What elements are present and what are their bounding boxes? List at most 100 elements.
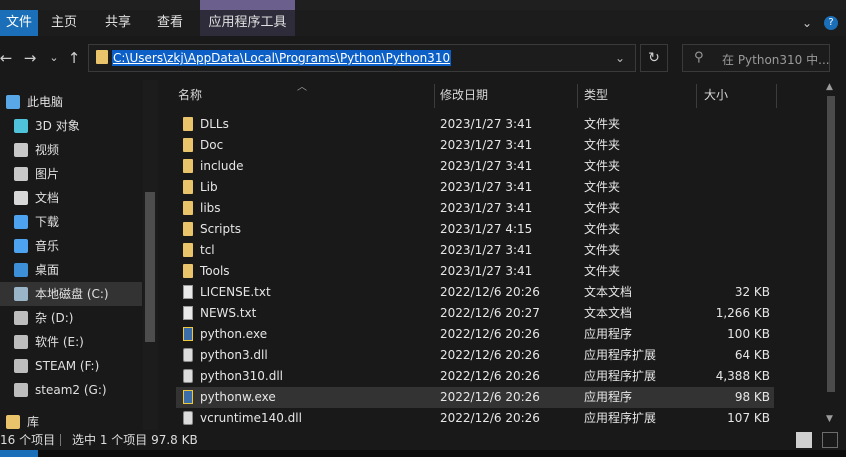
file-row[interactable]: Tools 2023/1/27 3:41 文件夹 — [176, 261, 774, 282]
folder-icon — [183, 264, 193, 278]
file-row[interactable]: vcruntime140.dll 2022/12/6 20:26 应用程序扩展 107… — [176, 408, 774, 429]
file-row[interactable]: LICENSE.txt 2022/12/6 20:26 文本文档 32 KB — [176, 282, 774, 303]
file-name: python.exe — [200, 327, 268, 341]
search-placeholder[interactable]: 在 Python310 中... — [722, 51, 830, 68]
sidebar-item[interactable]: 库 — [0, 410, 142, 430]
tab-application-tools[interactable]: 应用程序工具 — [200, 10, 295, 36]
file-row[interactable]: tcl 2023/1/27 3:41 文件夹 — [176, 240, 774, 261]
file-row[interactable]: Doc 2023/1/27 3:41 文件夹 — [176, 135, 774, 156]
sidebar-item[interactable]: 本地磁盘 (C:) — [0, 282, 142, 306]
column-divider[interactable] — [776, 84, 777, 108]
file-row[interactable]: python310.dll 2022/12/6 20:26 应用程序扩展 4,388 … — [176, 366, 774, 387]
computer-icon — [6, 95, 20, 109]
sidebar-item[interactable]: 视频 — [0, 138, 142, 162]
file-type: 文件夹 — [584, 201, 621, 215]
file-type: 应用程序扩展 — [584, 411, 657, 425]
sidebar-item-label: steam2 (G:) — [35, 383, 107, 397]
file-row[interactable]: Scripts 2023/1/27 4:15 文件夹 — [176, 219, 774, 240]
file-row[interactable]: pythonw.exe 2022/12/6 20:26 应用程序 98 KB — [176, 387, 774, 408]
file-name: Tools — [200, 264, 230, 278]
file-row[interactable]: Lib 2023/1/27 3:41 文件夹 — [176, 177, 774, 198]
tab-view[interactable]: 查看 — [146, 10, 194, 36]
column-divider[interactable] — [696, 84, 697, 108]
sidebar-item-label: 此电脑 — [27, 95, 64, 109]
sidebar-scroll-thumb[interactable] — [145, 192, 155, 342]
pictures-icon — [14, 167, 28, 181]
column-header-name[interactable]: 名称 — [178, 84, 202, 110]
column-header-modified[interactable]: 修改日期 — [440, 84, 488, 110]
music-icon — [14, 239, 28, 253]
recent-locations-icon[interactable]: ⌄ — [44, 48, 64, 68]
column-header-size[interactable]: 大小 — [704, 84, 728, 110]
sort-ascending-icon: ︿ — [297, 82, 307, 93]
file-modified: 2022/12/6 20:26 — [440, 390, 540, 404]
help-icon[interactable]: ? — [824, 16, 838, 30]
sidebar-item[interactable]: 音乐 — [0, 234, 142, 258]
column-divider[interactable] — [434, 84, 435, 108]
sidebar-item[interactable]: 下载 — [0, 210, 142, 234]
file-name: libs — [200, 201, 221, 215]
file-row[interactable]: DLLs 2023/1/27 3:41 文件夹 — [176, 114, 774, 135]
address-path[interactable]: C:\Users\zkj\AppData\Local\Programs\Pyth… — [112, 50, 452, 66]
column-divider[interactable] — [577, 84, 578, 108]
file-row[interactable]: NEWS.txt 2022/12/6 20:27 文本文档 1,266 KB — [176, 303, 774, 324]
file-type: 应用程序 — [584, 327, 633, 341]
address-dropdown-icon[interactable]: ⌄ — [610, 50, 630, 66]
back-icon[interactable]: ← — [0, 48, 16, 68]
taskbar-accent — [0, 450, 38, 457]
refresh-button[interactable]: ↻ — [640, 44, 668, 72]
file-type: 应用程序扩展 — [584, 348, 657, 362]
video-icon — [14, 143, 28, 157]
sidebar-item[interactable]: 文档 — [0, 186, 142, 210]
file-row[interactable]: include 2023/1/27 3:41 文件夹 — [176, 156, 774, 177]
folder-icon — [183, 201, 193, 215]
download-icon — [14, 215, 28, 229]
file-name: LICENSE.txt — [200, 285, 271, 299]
sidebar-item[interactable]: 桌面 — [0, 258, 142, 282]
sidebar-item[interactable]: STEAM (F:) — [0, 354, 142, 378]
sidebar-item[interactable]: 软件 (E:) — [0, 330, 142, 354]
library-icon — [6, 415, 20, 429]
file-modified: 2023/1/27 3:41 — [440, 180, 533, 194]
folder-icon — [96, 50, 108, 64]
context-tab-header — [200, 0, 295, 10]
ribbon-minimize-icon[interactable]: ⌄ — [802, 10, 812, 36]
up-icon[interactable]: ↑ — [64, 48, 84, 68]
file-modified: 2023/1/27 3:41 — [440, 117, 533, 131]
file-row[interactable]: python.exe 2022/12/6 20:26 应用程序 100 KB — [176, 324, 774, 345]
file-name: Scripts — [200, 222, 242, 236]
tab-file[interactable]: 文件 — [0, 10, 38, 36]
file-name: DLLs — [200, 117, 229, 131]
sidebar-item[interactable]: 图片 — [0, 162, 142, 186]
file-modified: 2022/12/6 20:26 — [440, 369, 540, 383]
file-name: Doc — [200, 138, 224, 152]
column-header-type[interactable]: 类型 — [584, 84, 608, 110]
sidebar-item-label: 图片 — [35, 167, 60, 181]
sidebar-item[interactable]: 杂 (D:) — [0, 306, 142, 330]
documents-icon — [14, 191, 28, 205]
sidebar-item[interactable]: 3D 对象 — [0, 114, 142, 138]
sidebar-item[interactable]: 此电脑 — [0, 90, 142, 114]
file-size: 4,388 KB — [715, 369, 770, 383]
file-type: 文本文档 — [584, 306, 633, 320]
file-modified: 2022/12/6 20:26 — [440, 411, 540, 425]
sidebar-item-label: STEAM (F:) — [35, 359, 100, 373]
file-row[interactable]: python3.dll 2022/12/6 20:26 应用程序扩展 64 KB — [176, 345, 774, 366]
drive-icon — [14, 383, 28, 397]
sidebar-item[interactable]: steam2 (G:) — [0, 378, 142, 402]
forward-icon[interactable]: → — [20, 48, 40, 68]
file-modified: 2022/12/6 20:26 — [440, 327, 540, 341]
tab-home[interactable]: 主页 — [40, 10, 88, 36]
file-size: 100 KB — [727, 327, 770, 341]
scroll-down-icon[interactable]: ▼ — [826, 414, 833, 424]
folder-icon — [183, 159, 193, 173]
folder-icon — [183, 243, 193, 257]
file-row[interactable]: libs 2023/1/27 3:41 文件夹 — [176, 198, 774, 219]
scroll-up-icon[interactable]: ▲ — [826, 82, 833, 92]
file-list-scroll-thumb[interactable] — [827, 96, 835, 392]
file-type: 文件夹 — [584, 264, 621, 278]
details-view-icon[interactable] — [796, 432, 812, 448]
python-exe-icon — [183, 327, 193, 341]
large-icons-view-icon[interactable] — [822, 432, 838, 448]
tab-share[interactable]: 共享 — [92, 10, 144, 36]
